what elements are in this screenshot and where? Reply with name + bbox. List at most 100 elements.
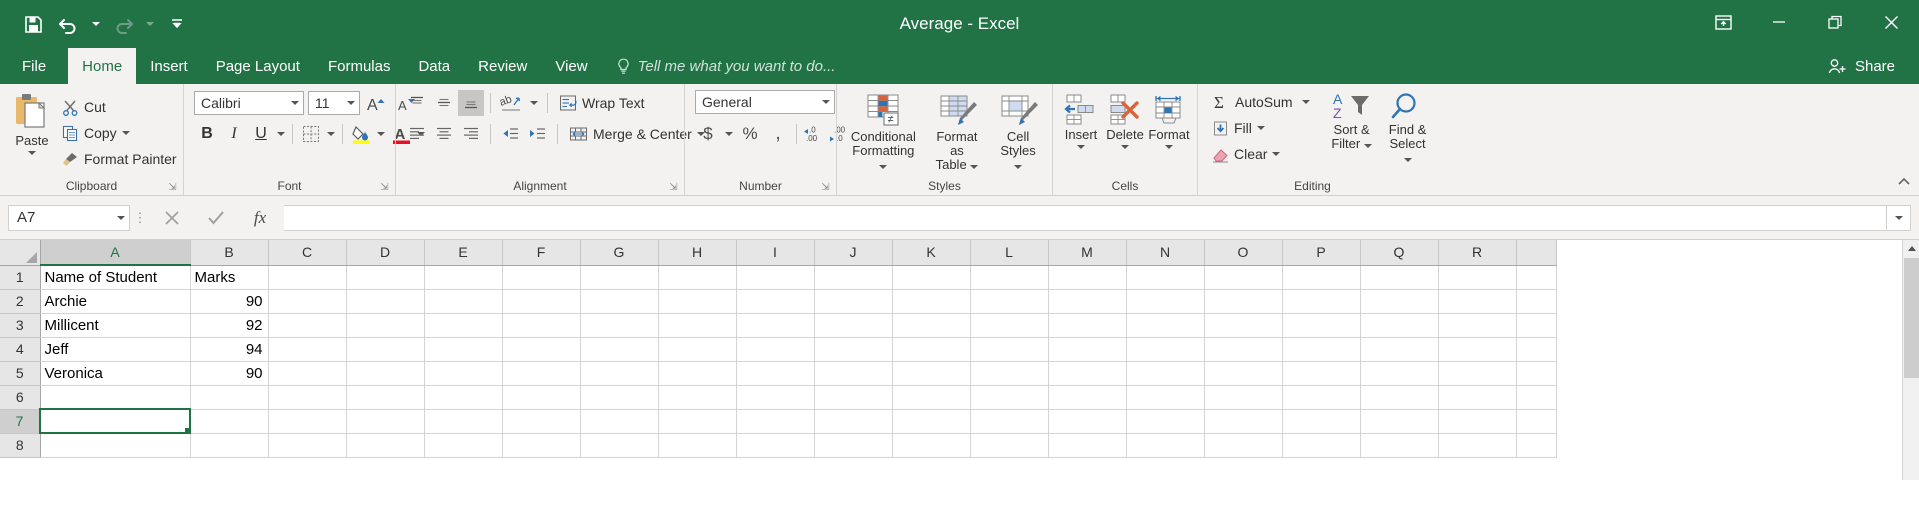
cell-h5[interactable] (658, 361, 737, 386)
cell-c8[interactable] (268, 433, 347, 458)
cell-c1[interactable] (268, 265, 347, 290)
cell-k4[interactable] (892, 337, 971, 362)
cell-o1[interactable] (1204, 265, 1283, 290)
restore-icon[interactable] (1807, 0, 1863, 44)
cell-g2[interactable] (580, 289, 659, 314)
collapse-ribbon-icon[interactable] (1897, 175, 1911, 189)
column-header-q[interactable]: Q (1360, 240, 1439, 266)
cell-b1[interactable]: Marks (190, 265, 269, 290)
cell-c7[interactable] (268, 409, 347, 434)
decrease-indent-button[interactable] (497, 121, 523, 147)
align-right-button[interactable] (458, 121, 484, 147)
cell-o5[interactable] (1204, 361, 1283, 386)
paste-dropdown-icon[interactable] (28, 151, 36, 155)
increase-indent-button[interactable] (524, 121, 550, 147)
column-header-e[interactable]: E (424, 240, 503, 266)
cell-r5[interactable] (1438, 361, 1517, 386)
cell-j6[interactable] (814, 385, 893, 410)
cell-n7[interactable] (1126, 409, 1205, 434)
cell-k8[interactable] (892, 433, 971, 458)
column-header-p[interactable]: P (1282, 240, 1361, 266)
cell-e3[interactable] (424, 313, 503, 338)
cell-g8[interactable] (580, 433, 659, 458)
cell-e4[interactable] (424, 337, 503, 362)
cell-k2[interactable] (892, 289, 971, 314)
percent-button[interactable]: % (737, 121, 763, 147)
name-box[interactable]: A7 (8, 204, 130, 231)
fill-color-button[interactable] (348, 121, 374, 147)
cell-i1[interactable] (736, 265, 815, 290)
cell-p2[interactable] (1282, 289, 1361, 314)
cell-k6[interactable] (892, 385, 971, 410)
column-header-d[interactable]: D (346, 240, 425, 266)
column-header-l[interactable]: L (970, 240, 1049, 266)
cell-l7[interactable] (970, 409, 1049, 434)
cell-partial-1[interactable] (1516, 265, 1557, 290)
cell-k5[interactable] (892, 361, 971, 386)
row-header-5[interactable]: 5 (0, 361, 41, 386)
font-size-combobox[interactable]: 11 (308, 91, 360, 115)
cell-b6[interactable] (190, 385, 269, 410)
customize-qat-icon[interactable] (160, 8, 194, 40)
column-header-j[interactable]: J (814, 240, 893, 266)
cell-q3[interactable] (1360, 313, 1439, 338)
cell-d8[interactable] (346, 433, 425, 458)
redo-icon[interactable] (106, 8, 140, 40)
cell-q4[interactable] (1360, 337, 1439, 362)
tab-formulas[interactable]: Formulas (314, 48, 405, 84)
autosum-dropdown-icon[interactable] (1301, 100, 1310, 104)
currency-dropdown-icon[interactable] (723, 121, 735, 147)
cell-a2[interactable]: Archie (40, 289, 191, 314)
cell-p3[interactable] (1282, 313, 1361, 338)
row-header-6[interactable]: 6 (0, 385, 41, 410)
cell-p7[interactable] (1282, 409, 1361, 434)
cell-d7[interactable] (346, 409, 425, 434)
save-icon[interactable] (16, 8, 50, 40)
format-painter-button[interactable]: Format Painter (58, 146, 181, 172)
cell-l8[interactable] (970, 433, 1049, 458)
row-header-7[interactable]: 7 (0, 409, 41, 434)
select-all-button[interactable] (0, 240, 41, 266)
cell-c3[interactable] (268, 313, 347, 338)
cell-e7[interactable] (424, 409, 503, 434)
cell-o8[interactable] (1204, 433, 1283, 458)
cell-j3[interactable] (814, 313, 893, 338)
cell-k7[interactable] (892, 409, 971, 434)
scrollbar-thumb[interactable] (1904, 258, 1919, 378)
cell-n2[interactable] (1126, 289, 1205, 314)
cell-h3[interactable] (658, 313, 737, 338)
cell-d1[interactable] (346, 265, 425, 290)
column-header-h[interactable]: H (658, 240, 737, 266)
clear-dropdown-icon[interactable] (1272, 152, 1281, 156)
expand-formula-bar-icon[interactable] (1887, 204, 1911, 231)
copy-dropdown-icon[interactable] (121, 131, 130, 135)
cell-l2[interactable] (970, 289, 1049, 314)
cell-j5[interactable] (814, 361, 893, 386)
cell-e8[interactable] (424, 433, 503, 458)
cell-o2[interactable] (1204, 289, 1283, 314)
cell-i6[interactable] (736, 385, 815, 410)
cell-l5[interactable] (970, 361, 1049, 386)
cell-q5[interactable] (1360, 361, 1439, 386)
cell-j2[interactable] (814, 289, 893, 314)
cell-p8[interactable] (1282, 433, 1361, 458)
enter-icon[interactable] (194, 205, 238, 231)
fill-color-dropdown-icon[interactable] (375, 121, 387, 147)
cell-c4[interactable] (268, 337, 347, 362)
scroll-up-button[interactable] (1903, 240, 1919, 257)
cell-styles-button[interactable]: Cell Styles (990, 92, 1046, 174)
cell-r2[interactable] (1438, 289, 1517, 314)
formula-input[interactable] (284, 204, 1887, 231)
share-button[interactable]: Share (1816, 50, 1907, 82)
bold-button[interactable]: B (194, 121, 220, 147)
fill-dropdown-icon[interactable] (1256, 126, 1265, 130)
cell-l3[interactable] (970, 313, 1049, 338)
cell-j7[interactable] (814, 409, 893, 434)
cell-r4[interactable] (1438, 337, 1517, 362)
cell-m7[interactable] (1048, 409, 1127, 434)
cell-partial-6[interactable] (1516, 385, 1557, 410)
cell-k1[interactable] (892, 265, 971, 290)
cell-r1[interactable] (1438, 265, 1517, 290)
cell-j4[interactable] (814, 337, 893, 362)
cell-q8[interactable] (1360, 433, 1439, 458)
